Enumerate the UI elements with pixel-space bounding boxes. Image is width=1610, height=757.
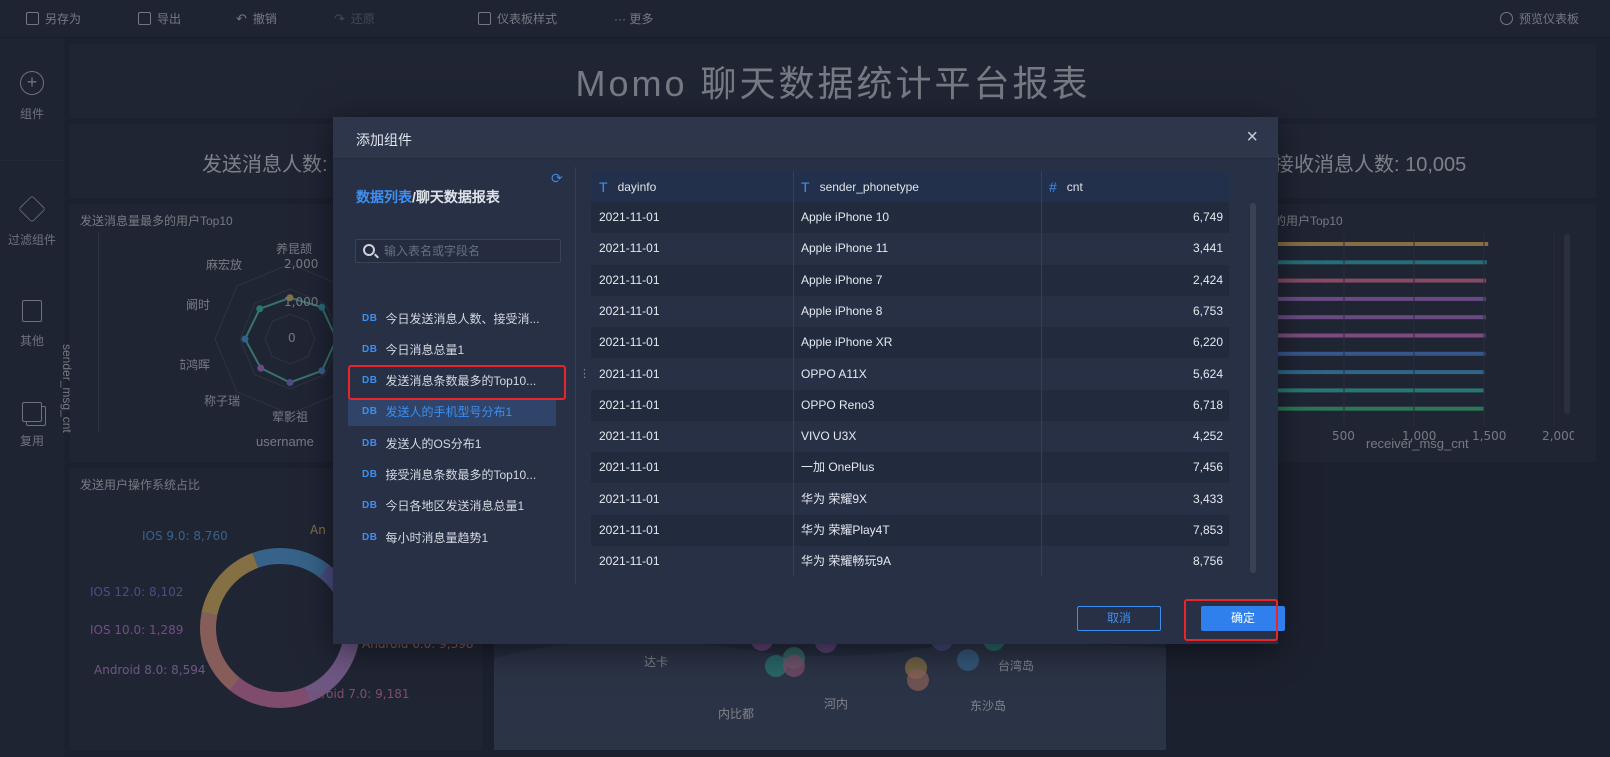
cell-phonetype: 一加 OnePlus [801, 460, 875, 475]
database-icon: DB [362, 531, 378, 543]
table-row[interactable]: 2021-11-01 OPPO A11X 5,624 [591, 358, 1229, 390]
cell-cnt: 4,252 [1192, 429, 1223, 444]
cell-dayinfo: 2021-11-01 [599, 272, 660, 287]
table-row[interactable]: 2021-11-01 一加 OnePlus 7,456 [591, 452, 1229, 484]
table-row[interactable]: 2021-11-01 Apple iPhone 11 3,441 [591, 233, 1229, 265]
column-header-cnt[interactable]: # cnt [1041, 171, 1229, 202]
table-row[interactable]: 2021-11-01 华为 荣耀畅玩9A 8,756 [591, 546, 1229, 576]
cell-phonetype: Apple iPhone 7 [801, 272, 883, 287]
dataset-search[interactable] [355, 239, 561, 263]
breadcrumb-current: 聊天数据报表 [415, 189, 500, 205]
cell-cnt: 6,753 [1192, 303, 1223, 318]
cell-dayinfo: 2021-11-01 [599, 554, 660, 569]
dataset-name: 今日消息总量1 [385, 342, 465, 357]
table-row[interactable]: 2021-11-01 华为 荣耀9X 3,433 [591, 483, 1229, 515]
cell-phonetype: VIVO U3X [801, 429, 857, 444]
cell-dayinfo: 2021-11-01 [599, 460, 660, 475]
cell-dayinfo: 2021-11-01 [599, 397, 660, 412]
cell-phonetype: 华为 荣耀9X [801, 491, 868, 506]
cell-cnt: 3,433 [1192, 491, 1223, 506]
cell-cnt: 7,456 [1192, 460, 1223, 475]
cell-phonetype: 华为 荣耀畅玩9A [801, 554, 892, 569]
cell-phonetype: 华为 荣耀Play4T [801, 523, 890, 537]
highlight-box-selected-dataset [348, 365, 566, 400]
breadcrumb: 数据列表/聊天数据报表 [356, 187, 500, 207]
cell-phonetype: Apple iPhone XR [801, 335, 893, 350]
cell-cnt: 6,718 [1192, 397, 1223, 412]
pane-splitter[interactable] [575, 167, 576, 584]
highlight-box-confirm [1184, 599, 1278, 641]
search-icon [363, 244, 375, 256]
refresh-icon[interactable]: ⟳ [551, 170, 563, 187]
drag-handle-icon[interactable]: ⋮ [579, 367, 590, 380]
cell-cnt: 2,424 [1192, 272, 1223, 287]
dataset-item[interactable]: DB 今日各地区发送消息总量1 [348, 492, 556, 520]
cell-phonetype: Apple iPhone 11 [801, 241, 889, 256]
database-icon: DB [362, 406, 378, 418]
dataset-item[interactable]: DB 发送人的OS分布1 [348, 429, 556, 457]
cancel-button[interactable]: 取消 [1077, 606, 1161, 631]
table-row[interactable]: 2021-11-01 Apple iPhone 10 6,749 [591, 202, 1229, 233]
dataset-name: 今日各地区发送消息总量1 [385, 499, 525, 514]
dataset-name: 每小时消息量趋势1 [385, 530, 489, 545]
database-icon: DB [362, 312, 378, 324]
table-row[interactable]: 2021-11-01 华为 荣耀Play4T 7,853 [591, 515, 1229, 546]
table-row[interactable]: 2021-11-01 VIVO U3X 4,252 [591, 421, 1229, 453]
cell-cnt: 6,749 [1192, 210, 1223, 224]
cell-dayinfo: 2021-11-01 [599, 241, 660, 256]
cell-dayinfo: 2021-11-01 [599, 523, 660, 537]
cell-dayinfo: 2021-11-01 [599, 210, 660, 224]
dataset-item[interactable]: DB 接受消息条数最多的Top10... [348, 461, 556, 489]
cell-dayinfo: 2021-11-01 [599, 366, 660, 381]
dataset-item[interactable]: DB 每小时消息量趋势1 [348, 523, 556, 551]
column-header-sender-phonetype[interactable]: T sender_phonetype [793, 171, 1041, 202]
close-icon[interactable]: × [1246, 126, 1258, 149]
text-type-icon: T [599, 178, 608, 195]
cell-dayinfo: 2021-11-01 [599, 335, 660, 350]
dataset-item[interactable]: DB 发送人的手机型号分布1 [348, 397, 556, 426]
table-scrollbar[interactable] [1250, 203, 1256, 573]
dataset-name: 发送人的手机型号分布1 [385, 405, 513, 420]
cell-dayinfo: 2021-11-01 [599, 429, 660, 444]
column-divider [1041, 171, 1042, 576]
dialog-title: 添加组件 [356, 132, 412, 148]
database-icon: DB [362, 469, 378, 480]
preview-table: T dayinfo T sender_phonetype # cnt 2021-… [591, 171, 1229, 576]
dataset-item[interactable]: DB 今日发送消息人数、接受消... [348, 304, 556, 332]
column-header-dayinfo[interactable]: T dayinfo [591, 171, 793, 202]
table-row[interactable]: 2021-11-01 Apple iPhone 8 6,753 [591, 295, 1229, 327]
column-divider [793, 171, 794, 576]
column-name: cnt [1066, 179, 1083, 194]
cell-dayinfo: 2021-11-01 [599, 303, 660, 318]
column-name: sender_phonetype [819, 179, 919, 194]
cell-phonetype: OPPO A11X [801, 366, 867, 381]
dialog-header: 添加组件 × [333, 117, 1278, 159]
table-row[interactable]: 2021-11-01 Apple iPhone 7 2,424 [591, 264, 1229, 296]
dataset-name: 发送人的OS分布1 [385, 436, 482, 451]
search-input[interactable] [384, 242, 554, 260]
cell-cnt: 5,624 [1192, 366, 1223, 381]
text-type-icon: T [801, 178, 810, 195]
cell-dayinfo: 2021-11-01 [599, 491, 660, 506]
table-row[interactable]: 2021-11-01 Apple iPhone XR 6,220 [591, 327, 1229, 359]
dataset-item[interactable]: DB 今日消息总量1 [348, 335, 556, 363]
dataset-name: 今日发送消息人数、接受消... [385, 311, 540, 326]
cell-phonetype: Apple iPhone 8 [801, 303, 883, 318]
database-icon: DB [362, 343, 378, 355]
dataset-name: 接受消息条数最多的Top10... [385, 468, 537, 482]
breadcrumb-root[interactable]: 数据列表 [356, 189, 412, 205]
cell-phonetype: OPPO Reno3 [801, 397, 875, 412]
table-row[interactable]: 2021-11-01 OPPO Reno3 6,718 [591, 389, 1229, 421]
database-icon: DB [362, 500, 378, 512]
cell-cnt: 7,853 [1192, 523, 1223, 537]
column-name: dayinfo [617, 179, 657, 194]
cell-cnt: 8,756 [1192, 554, 1223, 569]
cell-cnt: 6,220 [1192, 335, 1223, 350]
database-icon: DB [362, 437, 378, 449]
cell-cnt: 3,441 [1192, 241, 1223, 256]
cell-phonetype: Apple iPhone 10 [801, 210, 890, 224]
number-type-icon: # [1049, 178, 1057, 195]
